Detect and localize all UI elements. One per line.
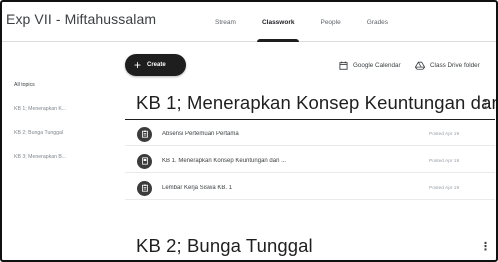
tab-people[interactable]: People (307, 2, 353, 42)
sidebar-item-kb2[interactable]: KB 2; Bunga Tunggal (14, 130, 114, 154)
topic-title[interactable]: KB 1; Menerapkan Konsep Keuntungan dan K… (136, 92, 496, 114)
google-calendar-link[interactable]: Google Calendar (339, 59, 401, 71)
tab-bar: Stream Classwork People Grades (202, 2, 401, 42)
classwork-item[interactable]: Absensi Pertemuan Pertama Posted Apr 19 (125, 123, 495, 146)
create-button[interactable]: + Create (125, 54, 186, 76)
drive-icon (415, 61, 425, 70)
classwork-item-title: KB 1. Menerapkan Konsep Keuntungan dan .… (162, 158, 287, 164)
material-icon (137, 153, 152, 169)
sidebar-item-kb3[interactable]: KB 3; Menerapkan B... (14, 154, 114, 178)
plus-icon: + (134, 57, 142, 72)
class-title[interactable]: Exp VII - Miftahussalam (6, 11, 156, 27)
assignment-icon (137, 126, 152, 142)
sidebar-item-all-topics[interactable]: All topics (14, 82, 114, 106)
topic-divider (125, 119, 495, 120)
calendar-icon (339, 60, 348, 70)
class-drive-folder-link[interactable]: Class Drive folder (415, 59, 480, 71)
class-drive-folder-label: Class Drive folder (430, 61, 480, 69)
sidebar-item-kb1[interactable]: KB 1; Menerapkan K... (14, 106, 114, 130)
classroom-window: Exp VII - Miftahussalam Stream Classwork… (0, 0, 498, 262)
classwork-item[interactable]: KB 1. Menerapkan Konsep Keuntungan dan .… (125, 150, 495, 173)
classwork-item-date: Posted Apr 19 (429, 131, 460, 137)
create-button-label: Create (147, 62, 166, 68)
topic-title[interactable]: KB 2; Bunga Tunggal (136, 235, 313, 257)
classwork-item-date: Posted Apr 19 (429, 158, 460, 164)
classwork-item-date: Posted Apr 19 (429, 185, 460, 191)
topic-more-icon[interactable]: ⋮ (480, 240, 491, 253)
topics-sidebar: All topics KB 1; Menerapkan K... KB 2; B… (14, 82, 114, 178)
tab-classwork[interactable]: Classwork (249, 2, 308, 42)
topic-more-icon[interactable]: ⋮ (480, 98, 491, 111)
classwork-item-title: Lembar Kerja Siswa KB. 1 (162, 185, 233, 191)
tab-stream[interactable]: Stream (202, 2, 249, 42)
classwork-item-title: Absensi Pertemuan Pertama (162, 131, 239, 137)
google-calendar-label: Google Calendar (353, 61, 401, 69)
classwork-item[interactable]: Lembar Kerja Siswa KB. 1 Posted Apr 19 (125, 177, 495, 200)
assignment-icon (137, 180, 152, 196)
top-app-bar: Exp VII - Miftahussalam Stream Classwork… (2, 2, 496, 42)
tab-grades[interactable]: Grades (354, 2, 401, 42)
